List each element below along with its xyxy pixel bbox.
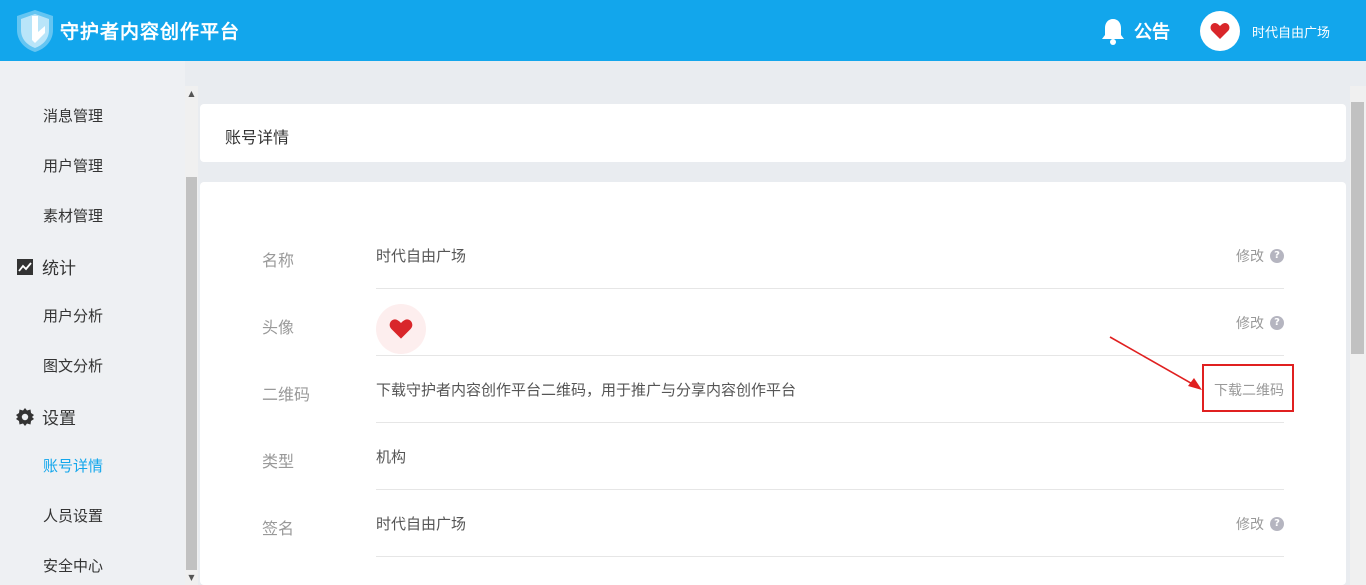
sidebar-item-users[interactable]: 用户管理 (43, 155, 103, 176)
detail-row-type: 类型 机构 (200, 423, 1346, 490)
sidebar-item-user-analysis[interactable]: 用户分析 (43, 305, 103, 326)
sidebar-item-security-center[interactable]: 安全中心 (43, 555, 103, 576)
top-header: 守护者内容创作平台 公告 时代自由广场 (0, 0, 1366, 61)
row-action-label: 修改 (1236, 316, 1264, 332)
annotation-arrow-icon (1109, 336, 1202, 390)
sidebar-scrollbar-thumb[interactable] (186, 177, 197, 570)
scroll-down-arrow-icon[interactable]: ▼ (186, 572, 197, 584)
row-action-label: 修改 (1236, 517, 1264, 533)
sidebar-item-article-analysis[interactable]: 图文分析 (43, 355, 103, 376)
page-title: 账号详情 (225, 128, 290, 147)
main-scrollbar-thumb[interactable] (1351, 102, 1364, 354)
heart-icon (1210, 23, 1230, 39)
row-value: 时代自由广场 (376, 247, 467, 265)
row-label: 类型 (262, 452, 295, 471)
sidebar-item-account-details[interactable]: 账号详情 (43, 455, 103, 476)
user-menu[interactable]: 时代自由广场 (1200, 11, 1330, 51)
row-label: 签名 (262, 519, 295, 538)
avatar (376, 304, 426, 354)
notice-label: 公告 (1134, 22, 1170, 43)
row-label: 二维码 (262, 385, 311, 404)
help-icon[interactable]: ? (1270, 517, 1284, 531)
detail-row-name: 名称 时代自由广场 修改 ? (200, 222, 1346, 289)
avatar (1200, 11, 1240, 51)
help-icon[interactable]: ? (1270, 249, 1284, 263)
bell-icon (1102, 19, 1124, 45)
row-action-label: 修改 (1236, 249, 1264, 265)
edit-name-button[interactable]: 修改 ? (1236, 246, 1284, 266)
sidebar-item-materials[interactable]: 素材管理 (43, 205, 103, 226)
sidebar-section-label: 设置 (42, 409, 76, 429)
shield-logo-icon[interactable] (14, 8, 56, 54)
row-label: 头像 (262, 318, 295, 337)
row-value: 机构 (376, 448, 407, 466)
sidebar-section-label: 统计 (42, 259, 76, 279)
divider (376, 556, 1284, 557)
chart-icon (17, 258, 33, 275)
help-icon[interactable]: ? (1270, 316, 1284, 330)
edit-avatar-button[interactable]: 修改 ? (1236, 313, 1284, 333)
gear-icon (16, 407, 34, 426)
notice-button[interactable]: 公告 (1100, 16, 1170, 46)
sidebar-section-settings[interactable]: 设置 (16, 404, 76, 429)
sidebar-section-stats[interactable]: 统计 (16, 254, 76, 279)
row-value: 时代自由广场 (376, 515, 467, 533)
edit-signature-button[interactable]: 修改 ? (1236, 514, 1284, 534)
scroll-up-arrow-icon[interactable]: ▲ (186, 88, 197, 100)
sidebar-item-staff-settings[interactable]: 人员设置 (43, 505, 103, 526)
sidebar: 消息管理 用户管理 素材管理 统计 用户分析 图文分析 设置 账号详情 人员设置… (0, 61, 185, 585)
sidebar-item-messages[interactable]: 消息管理 (43, 105, 103, 126)
row-value: 下载守护者内容创作平台二维码，用于推广与分享内容创作平台 (376, 381, 797, 399)
page-title-card: 账号详情 (200, 104, 1346, 162)
row-label: 名称 (262, 251, 295, 270)
highlight-box (1202, 364, 1294, 412)
heart-icon (389, 319, 413, 339)
detail-row-signature: 签名 时代自由广场 修改 ? (200, 490, 1346, 557)
user-name: 时代自由广场 (1252, 25, 1331, 41)
app-title[interactable]: 守护者内容创作平台 (60, 17, 240, 44)
